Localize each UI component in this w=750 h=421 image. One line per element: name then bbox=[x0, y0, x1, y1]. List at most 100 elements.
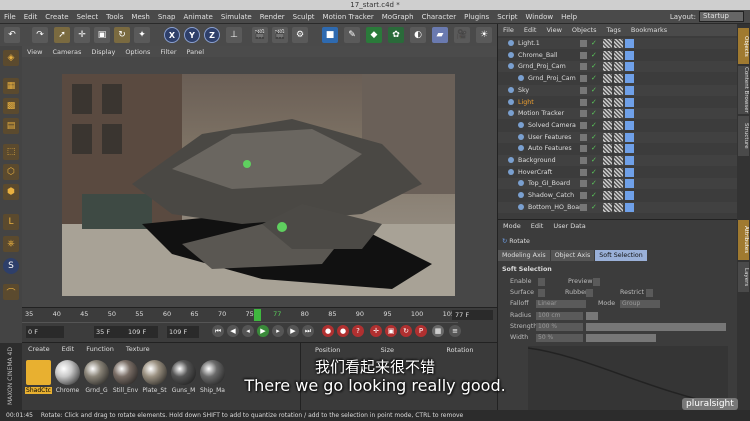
object-tag-icon[interactable] bbox=[614, 167, 623, 177]
render-settings-icon[interactable]: ⚙ bbox=[292, 27, 308, 43]
object-row[interactable]: Top_GI_Board ✓ bbox=[498, 178, 738, 190]
tab-content-browser[interactable]: Content Browser bbox=[738, 66, 749, 114]
visibility-toggle[interactable] bbox=[580, 203, 587, 211]
object-tag-icon[interactable] bbox=[625, 85, 634, 95]
object-tag-icon[interactable] bbox=[603, 120, 612, 130]
scale-key-icon[interactable]: ▣ bbox=[385, 325, 397, 337]
enabled-check-icon[interactable]: ✓ bbox=[591, 38, 597, 49]
enable-checkbox[interactable] bbox=[538, 278, 545, 286]
visibility-toggle[interactable] bbox=[580, 133, 587, 141]
object-tag-icon[interactable] bbox=[625, 156, 634, 165]
object-tag-icon[interactable] bbox=[625, 109, 634, 119]
undo-icon[interactable]: ↶ bbox=[4, 27, 20, 43]
prev-key-icon[interactable]: ◀ bbox=[227, 325, 239, 337]
falloff-dropdown[interactable]: Linear bbox=[536, 300, 586, 308]
object-row[interactable]: Solved Camera ✓ bbox=[498, 120, 738, 131]
object-tag-icon[interactable] bbox=[625, 191, 634, 201]
object-tag-icon[interactable] bbox=[614, 39, 623, 48]
object-tag-icon[interactable] bbox=[614, 62, 623, 72]
enabled-check-icon[interactable]: ✓ bbox=[591, 143, 597, 154]
viewport-menu-display[interactable]: Display bbox=[86, 48, 120, 56]
z-axis-toggle[interactable]: Z bbox=[204, 27, 220, 43]
rubber-checkbox[interactable] bbox=[586, 289, 593, 297]
object-tag-icon[interactable] bbox=[614, 132, 623, 142]
visibility-toggle[interactable] bbox=[580, 75, 587, 83]
mode-dropdown[interactable]: Group bbox=[620, 300, 660, 308]
timeline-menu-icon[interactable]: ≡ bbox=[449, 325, 461, 337]
object-row[interactable]: Light.1 ✓ bbox=[498, 38, 738, 49]
object-row[interactable]: Chrome_Ball ✓ bbox=[498, 50, 738, 61]
axis-mode-icon[interactable]: L bbox=[3, 214, 19, 230]
material-swatch[interactable] bbox=[200, 360, 225, 385]
object-tag-icon[interactable] bbox=[625, 144, 634, 154]
record-icon[interactable]: ● bbox=[322, 325, 334, 337]
visibility-toggle[interactable] bbox=[580, 51, 587, 59]
visibility-toggle[interactable] bbox=[580, 192, 587, 200]
object-menu-view[interactable]: View bbox=[541, 26, 566, 34]
magnet-icon[interactable]: ⌒ bbox=[3, 284, 19, 300]
tab-modeling-axis[interactable]: Modeling Axis bbox=[498, 250, 550, 261]
object-row[interactable]: Grnd_Proj_Cam ✓ bbox=[498, 73, 738, 84]
keyframe-selection-icon[interactable]: ? bbox=[352, 325, 364, 337]
menu-select[interactable]: Select bbox=[73, 13, 103, 21]
object-tag-icon[interactable] bbox=[603, 109, 612, 119]
material-menu-create[interactable]: Create bbox=[22, 345, 56, 355]
object-row[interactable]: Shadow_Catch ✓ bbox=[498, 190, 738, 201]
material-menu-texture[interactable]: Texture bbox=[120, 345, 156, 355]
object-row[interactable]: Motion Tracker ✓ bbox=[498, 108, 738, 120]
surface-checkbox[interactable] bbox=[538, 289, 545, 297]
enabled-check-icon[interactable]: ✓ bbox=[591, 132, 597, 143]
attribute-menu-edit[interactable]: Edit bbox=[526, 222, 549, 232]
x-axis-toggle[interactable]: X bbox=[164, 27, 180, 43]
visibility-toggle[interactable] bbox=[580, 86, 587, 94]
viewport-menu-panel[interactable]: Panel bbox=[182, 48, 210, 56]
edges-mode-icon[interactable]: ⬡ bbox=[3, 164, 19, 180]
coordinate-system-icon[interactable]: ⊥ bbox=[226, 27, 242, 43]
rotate-icon[interactable]: ↻ bbox=[114, 27, 130, 43]
workplane-mode-icon[interactable]: ▤ bbox=[3, 118, 19, 134]
radius-slider[interactable] bbox=[586, 312, 598, 320]
texture-mode-icon[interactable]: ▩ bbox=[3, 98, 19, 114]
spline-pen-icon[interactable]: ✎ bbox=[344, 27, 360, 43]
viewport[interactable] bbox=[22, 57, 497, 307]
y-axis-toggle[interactable]: Y bbox=[184, 27, 200, 43]
viewport-menu-cameras[interactable]: Cameras bbox=[47, 48, 86, 56]
viewport-menu-filter[interactable]: Filter bbox=[155, 48, 181, 56]
tab-objects[interactable]: Objects bbox=[738, 28, 749, 64]
menu-animate[interactable]: Animate bbox=[179, 13, 216, 21]
material-menu-function[interactable]: Function bbox=[80, 345, 120, 355]
enabled-check-icon[interactable]: ✓ bbox=[591, 108, 597, 119]
enabled-check-icon[interactable]: ✓ bbox=[591, 73, 597, 84]
redo-icon[interactable]: ↷ bbox=[32, 27, 48, 43]
layout-dropdown[interactable]: Startup bbox=[699, 11, 744, 22]
snap-icon[interactable]: S bbox=[3, 258, 19, 274]
object-tag-icon[interactable] bbox=[614, 144, 623, 154]
object-tag-icon[interactable] bbox=[603, 85, 612, 95]
menu-mesh[interactable]: Mesh bbox=[127, 13, 153, 21]
object-tag-icon[interactable] bbox=[603, 179, 612, 189]
tab-structure[interactable]: Structure bbox=[738, 116, 749, 156]
timeline[interactable]: 35 40 45 50 55 60 65 70 75 77 80 85 90 95 100 105 77 F … bbox=[22, 307, 497, 342]
min-frame-field[interactable]: 35 F bbox=[94, 326, 126, 338]
menu-motion-tracker[interactable]: Motion Tracker bbox=[319, 13, 378, 21]
goto-start-icon[interactable]: ⏮ bbox=[212, 325, 224, 337]
object-row[interactable]: Auto Features ✓ bbox=[498, 143, 738, 154]
object-row[interactable]: User Features ✓ bbox=[498, 131, 738, 143]
menu-character[interactable]: Character bbox=[418, 13, 461, 21]
object-tag-icon[interactable] bbox=[603, 167, 612, 177]
object-tag-icon[interactable] bbox=[603, 97, 612, 107]
object-tag-icon[interactable] bbox=[614, 156, 623, 165]
object-tag-icon[interactable] bbox=[625, 39, 634, 48]
menu-script[interactable]: Script bbox=[493, 13, 521, 21]
timeline-ruler[interactable]: 35 40 45 50 55 60 65 70 75 77 80 85 90 95 100 105 bbox=[22, 310, 458, 323]
menu-help[interactable]: Help bbox=[557, 13, 581, 21]
object-tag-icon[interactable] bbox=[625, 62, 634, 72]
radius-field[interactable]: 100 cm bbox=[536, 312, 583, 320]
viewport-menu-options[interactable]: Options bbox=[120, 48, 155, 56]
object-tag-icon[interactable] bbox=[603, 144, 612, 154]
tab-object-axis[interactable]: Object Axis bbox=[550, 250, 595, 261]
visibility-toggle[interactable] bbox=[580, 145, 587, 153]
object-tag-icon[interactable] bbox=[625, 50, 634, 60]
material-swatch[interactable] bbox=[142, 360, 167, 385]
material-swatch[interactable] bbox=[171, 360, 196, 385]
